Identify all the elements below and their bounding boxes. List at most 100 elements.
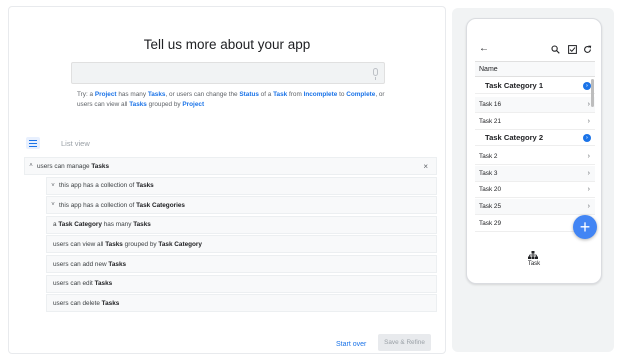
add-button[interactable]: + (573, 215, 597, 239)
app-toolbar: ← (475, 39, 595, 62)
list-item[interactable]: Task 21 › (475, 114, 595, 130)
requirement-row[interactable]: ˅ this app has a collection of Tasks (46, 176, 437, 195)
save-refine-button[interactable]: Save & Refine (378, 334, 431, 351)
chevron-right-icon: › (587, 101, 590, 108)
requirement-phrase: this app has a collection of (59, 182, 137, 190)
app-builder-panel: Tell us more about your app Try: a Proje… (8, 6, 446, 354)
chevron-right-icon: › (587, 203, 590, 210)
app-description-input[interactable] (71, 62, 385, 84)
group-label: Task Category 1 (485, 81, 544, 90)
hint-text: to (337, 91, 347, 98)
requirement-row[interactable]: a Task Category has many Tasks (46, 215, 437, 234)
requirement-entity: Tasks (133, 221, 151, 229)
requirement-row[interactable]: users can edit Tasks (46, 274, 437, 293)
item-label: Task 2 (479, 153, 498, 161)
hint-keyword: Status (239, 91, 259, 98)
back-arrow-icon[interactable]: ← (479, 43, 489, 55)
hint-text: , or users can change the (165, 91, 240, 98)
chevron-down-icon[interactable]: ˅ (47, 202, 59, 208)
item-label: Task 25 (479, 203, 502, 210)
list-item[interactable]: Task 3 › (475, 165, 595, 182)
requirement-entity: Tasks (108, 260, 127, 268)
requirement-entity: Task Category (58, 221, 102, 229)
checkbox-icon[interactable] (568, 45, 577, 54)
requirement-text: a Task Category has many Tasks (53, 221, 151, 228)
hint-keyword: Tasks (129, 101, 147, 108)
requirement-entity: Task Categories (136, 201, 185, 209)
requirement-phrase: grouped by (122, 240, 159, 248)
requirement-text: users can view all Tasks grouped by Task… (53, 241, 202, 248)
requirement-text: users can edit Tasks (53, 280, 112, 287)
requirement-row[interactable]: users can view all Tasks grouped by Task… (46, 235, 437, 254)
search-icon[interactable] (551, 45, 560, 54)
group-label: Task Category 2 (485, 133, 544, 143)
microphone-icon[interactable] (373, 68, 378, 80)
start-over-button[interactable]: Start over (336, 341, 366, 348)
app-preview-panel: ← Name Task Category 1 › Task 16 › Task 21 › T… (452, 8, 614, 352)
chevron-right-icon: › (587, 186, 590, 194)
list-item[interactable]: Task 16 › (475, 97, 595, 113)
example-hint: Try: a Project has many Tasks, or users … (77, 90, 387, 110)
requirement-entity: Task Category (158, 240, 202, 248)
list-item[interactable]: Task 20 › (475, 182, 595, 199)
list-view-toggle[interactable]: List view (61, 139, 90, 148)
requirement-phrase: users can view all (53, 240, 106, 248)
hint-keyword: Project (182, 101, 205, 108)
requirement-text: users can delete Tasks (53, 300, 119, 307)
requirement-phrase: this app has a collection of (59, 201, 137, 209)
requirement-entity: Tasks (91, 162, 110, 170)
requirement-entity: Tasks (136, 182, 154, 190)
hint-keyword: Tasks (147, 91, 166, 98)
hierarchy-icon[interactable] (528, 251, 538, 259)
requirement-entity: Tasks (101, 299, 120, 307)
requirement-entity: Tasks (105, 240, 123, 248)
chevron-right-icon: › (587, 169, 590, 177)
requirement-row[interactable]: users can add new Tasks (46, 255, 437, 273)
chevron-right-icon: › (587, 153, 590, 161)
action-bar: Start over Save & Refine (9, 334, 445, 354)
scrollbar[interactable] (591, 79, 594, 107)
item-label: Task 20 (479, 186, 502, 194)
requirement-text: this app has a collection of Tasks (59, 182, 154, 189)
item-label: Task 21 (479, 117, 502, 125)
expand-icon[interactable]: › (583, 134, 591, 143)
hint-text: has many (116, 91, 148, 98)
item-label: Task 3 (479, 169, 498, 177)
group-header[interactable]: Task Category 1 › (475, 78, 595, 94)
hint-keyword: Complete (346, 91, 376, 98)
requirement-phrase: users can manage (37, 162, 92, 170)
list-item[interactable]: Task 25 › (475, 199, 595, 215)
column-header: Name (475, 62, 595, 77)
item-label: Task 29 (479, 219, 502, 227)
requirement-text: this app has a collection of Task Catego… (59, 202, 185, 209)
hint-text: of a (258, 91, 274, 98)
hint-keyword: Incomplete (303, 91, 338, 98)
requirement-phrase: has many (101, 221, 134, 229)
requirement-phrase: users can edit (53, 280, 95, 288)
chevron-down-icon[interactable]: ˅ (47, 183, 59, 189)
requirement-text: users can manage Tasks (37, 163, 109, 170)
hint-keyword: Project (94, 91, 117, 98)
hint-text: Try: a (77, 91, 95, 98)
hint-text: from (287, 91, 304, 98)
list-item[interactable]: Task 2 › (475, 149, 595, 166)
refresh-icon[interactable] (583, 45, 592, 54)
phone-frame: ← Name Task Category 1 › Task 16 › Task 21 › T… (466, 18, 602, 284)
requirement-row[interactable]: ˅ this app has a collection of Task Categ… (46, 196, 437, 215)
hint-keyword: Task (273, 91, 288, 98)
expand-icon[interactable]: › (583, 82, 591, 90)
requirement-phrase: users can add new (53, 260, 109, 268)
tree-view-toggle[interactable] (26, 137, 40, 149)
close-icon[interactable]: × (423, 162, 428, 171)
hint-text: grouped by (146, 101, 183, 108)
bottom-nav: Task (467, 247, 601, 277)
chevron-right-icon: › (587, 117, 590, 125)
chevron-up-icon[interactable]: ˄ (25, 163, 37, 169)
nav-tab-task[interactable]: Task (467, 261, 601, 267)
requirement-row[interactable]: users can delete Tasks (46, 294, 437, 313)
requirement-text: users can add new Tasks (53, 261, 126, 268)
page-title: Tell us more about your app (143, 37, 311, 52)
group-header[interactable]: Task Category 2 › (475, 130, 595, 147)
requirement-phrase: users can delete (53, 299, 102, 307)
requirement-row[interactable]: ˄ users can manage Tasks × (24, 157, 437, 175)
